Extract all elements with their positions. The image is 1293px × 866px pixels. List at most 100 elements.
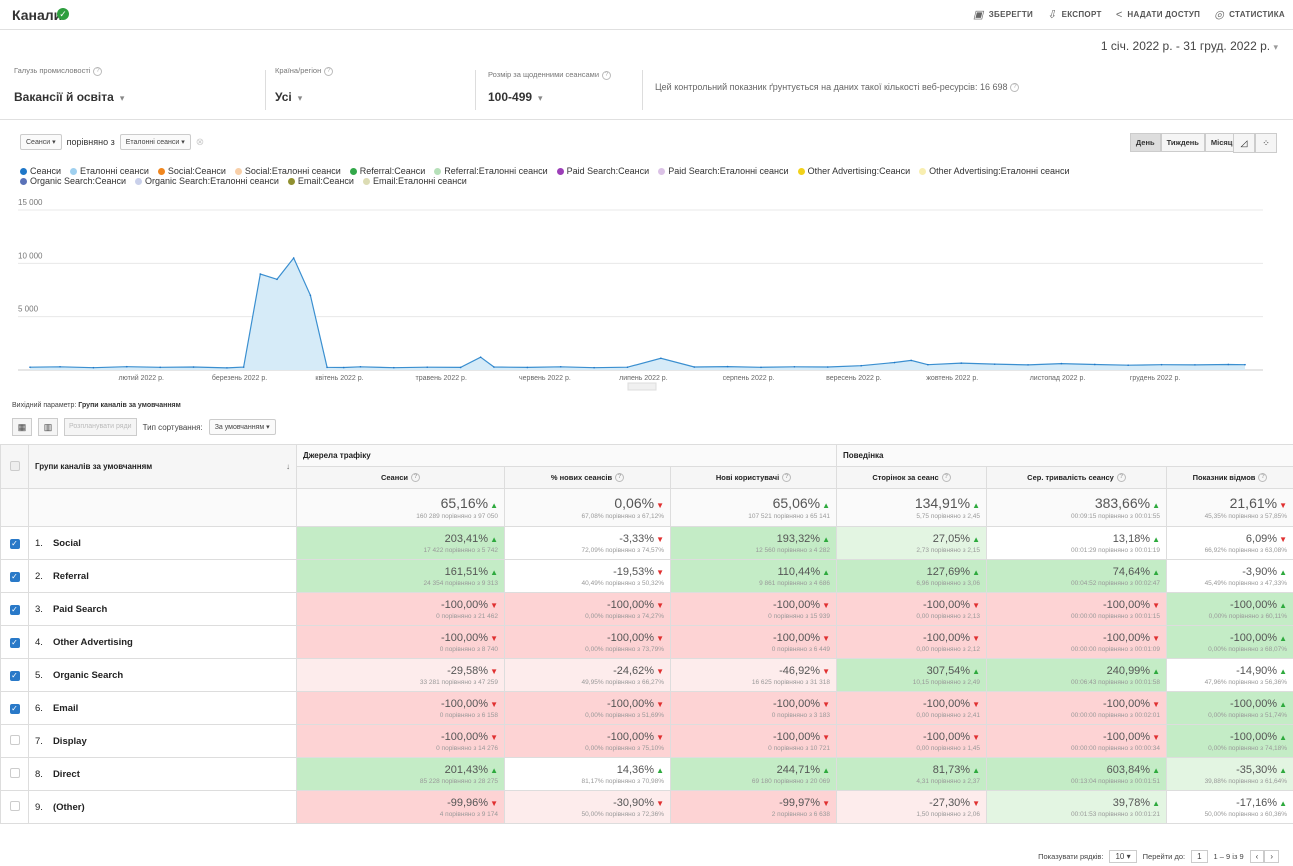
channel-name[interactable]: 7. Display: [28, 724, 297, 758]
rows-per-page-select[interactable]: 10 ▾: [1109, 850, 1137, 863]
help-icon[interactable]: ?: [941, 473, 951, 483]
legend-label: Organic Search:Еталонні сеанси: [145, 176, 279, 186]
week-button[interactable]: Тиждень: [1160, 133, 1205, 152]
row-checkbox[interactable]: ✓: [9, 670, 20, 681]
help-icon[interactable]: ?: [1010, 83, 1020, 93]
channel-name[interactable]: 6. Email: [28, 691, 297, 725]
row-checkbox[interactable]: ✓: [9, 637, 20, 648]
totals-row: 65,16% ▲ 160 289 порівняно з 97 050 0,06% ▼ 6…: [0, 488, 1293, 527]
channel-name[interactable]: 2. Referral: [28, 559, 297, 593]
column-header[interactable]: Сторінок за сеанс?: [836, 466, 988, 489]
metric-cell: 307,54% ▲ 10,15 порівняно з 2,49: [836, 658, 988, 692]
row-checkbox[interactable]: [9, 768, 20, 778]
y-tick-label: 15 000: [18, 198, 43, 207]
legend-item[interactable]: Other Advertising:Сеанси: [797, 166, 910, 176]
legend-item[interactable]: Email:Сеанси: [287, 176, 354, 186]
share-button[interactable]: < НАДАТИ ДОСТУП: [1116, 8, 1201, 21]
table-row: ✓ 1. Social 203,41% ▲ 17 422 порівняно з 5 74…: [0, 526, 1293, 560]
arrow-down-icon: ▼: [656, 798, 664, 808]
arrow-up-icon: ▲: [1279, 666, 1288, 676]
industry-filter[interactable]: Галузь промисловості? Вакансії й освіта ▾: [14, 66, 124, 104]
row-checkbox[interactable]: ✓: [9, 604, 20, 615]
help-icon[interactable]: ?: [615, 473, 625, 483]
column-header[interactable]: Нові користувачі?: [669, 466, 838, 489]
data-point: [192, 366, 195, 368]
dimension-header[interactable]: Групи каналів за умовчанням ↓: [28, 444, 297, 489]
channel-name[interactable]: 1. Social: [28, 526, 297, 560]
help-icon[interactable]: ?: [324, 66, 334, 76]
legend-item[interactable]: Paid Search:Еталонні сеанси: [658, 166, 789, 176]
stats-button[interactable]: ◎ СТАТИСТИКА: [1214, 8, 1285, 21]
legend-item[interactable]: Other Advertising:Еталонні сеанси: [919, 166, 1069, 176]
metric-cell: -35,30% ▲ 39,88% порівняно з 61,64%: [1166, 757, 1293, 791]
arrow-down-icon: ▼: [490, 633, 498, 643]
legend-item[interactable]: Сеанси: [20, 166, 61, 176]
row-checkbox[interactable]: [9, 801, 20, 811]
x-tick-label: жовтень 2022 р.: [926, 375, 978, 382]
save-button[interactable]: ▣ ЗБЕРЕГТИ: [973, 8, 1033, 21]
row-checkbox[interactable]: ✓: [9, 703, 20, 714]
motion-chart-icon[interactable]: ⁘: [1255, 133, 1277, 153]
legend-item[interactable]: Organic Search:Еталонні сеанси: [135, 176, 279, 186]
plot-rows-button[interactable]: Розпланувати ряди: [64, 418, 137, 436]
sort-select[interactable]: За умовчанням ▾: [208, 419, 276, 435]
chart-legend: Сеанси Еталонні сеанси Social:Сеанси Social…: [20, 166, 1280, 186]
export-button[interactable]: ⇩ ЕКСПОРТ: [1047, 8, 1102, 21]
legend-item[interactable]: Referral:Еталонні сеанси: [434, 166, 548, 176]
legend-dot-icon: [234, 168, 242, 176]
help-icon[interactable]: ?: [411, 473, 421, 483]
arrow-up-icon: ▲: [972, 501, 981, 510]
table-row: ✓ 5. Organic Search -29,58% ▼ 33 281 порівнян…: [0, 658, 1293, 692]
legend-item[interactable]: Social:Сеанси: [157, 166, 226, 176]
primary-dimension: Вихідний параметр: Групи каналів за умов…: [12, 402, 181, 409]
legend-item[interactable]: Referral:Сеанси: [349, 166, 425, 176]
row-checkbox[interactable]: ✓: [9, 571, 20, 582]
metric-select[interactable]: Сеанси ▾: [20, 134, 62, 150]
column-header[interactable]: Показник відмов?: [1166, 466, 1293, 489]
metric-cell: -100,00% ▲ 0,00% порівняно з 60,11%: [1166, 592, 1293, 626]
prev-page-button[interactable]: ‹: [1249, 850, 1265, 863]
channel-name[interactable]: 8. Direct: [28, 757, 297, 791]
help-icon[interactable]: ?: [602, 70, 612, 80]
help-icon[interactable]: ?: [1116, 473, 1126, 483]
legend-item[interactable]: Еталонні сеанси: [70, 166, 149, 176]
legend-item[interactable]: Paid Search:Сеанси: [556, 166, 649, 176]
row-checkbox[interactable]: [9, 735, 20, 745]
day-button[interactable]: День: [1129, 133, 1161, 152]
column-header[interactable]: % нових сеансів?: [504, 466, 671, 489]
pivot-view-icon[interactable]: ▥: [38, 418, 58, 436]
size-filter[interactable]: Розмір за щоденними сеансами? 100-499 ▾: [488, 70, 612, 104]
line-chart-icon[interactable]: ◿: [1233, 133, 1255, 153]
data-point: [276, 278, 278, 281]
arrow-down-icon: ▼: [490, 600, 498, 610]
select-all-checkbox[interactable]: [9, 460, 20, 471]
help-icon[interactable]: ?: [1258, 473, 1268, 483]
table-view-icon[interactable]: ▦: [12, 418, 32, 436]
country-filter[interactable]: Країна/регіон? Усі ▾: [275, 66, 334, 104]
benchmark-metric-select[interactable]: Еталонні сеанси ▾: [119, 134, 191, 150]
metric-cell: 603,84% ▲ 00:13:04 порівняно з 00:01:51: [986, 757, 1168, 791]
remove-compare-icon[interactable]: ⊗: [196, 137, 204, 148]
next-page-button[interactable]: ›: [1264, 850, 1279, 863]
channels-table: Групи каналів за умовчанням ↓ Джерела тра…: [0, 444, 1293, 824]
goto-page-input[interactable]: 1: [1191, 850, 1208, 863]
help-icon[interactable]: ?: [782, 473, 792, 483]
column-header[interactable]: Сеанси?: [296, 466, 505, 489]
arrow-down-icon: ▼: [1152, 633, 1161, 643]
data-point: [159, 366, 161, 369]
date-range-picker[interactable]: 1 січ. 2022 р. - 31 груд. 2022 р. ▾: [1101, 39, 1278, 53]
data-point: [693, 366, 696, 368]
legend-dot-icon: [135, 178, 143, 186]
channel-name[interactable]: 5. Organic Search: [28, 658, 297, 692]
channel-name[interactable]: 3. Paid Search: [28, 592, 297, 626]
column-header[interactable]: Сер. тривалість сеансу?: [986, 466, 1168, 489]
legend-item[interactable]: Social:Еталонні сеанси: [234, 166, 341, 176]
legend-item[interactable]: Organic Search:Сеанси: [20, 176, 126, 186]
help-icon[interactable]: ?: [93, 66, 103, 76]
metric-cell: -100,00% ▲ 0,00% порівняно з 68,07%: [1166, 625, 1293, 659]
row-checkbox[interactable]: ✓: [9, 538, 20, 549]
legend-item[interactable]: Email:Еталонні сеанси: [362, 176, 467, 186]
data-point: [479, 356, 482, 358]
channel-name[interactable]: 9. (Other): [28, 790, 297, 824]
channel-name[interactable]: 4. Other Advertising: [28, 625, 297, 659]
